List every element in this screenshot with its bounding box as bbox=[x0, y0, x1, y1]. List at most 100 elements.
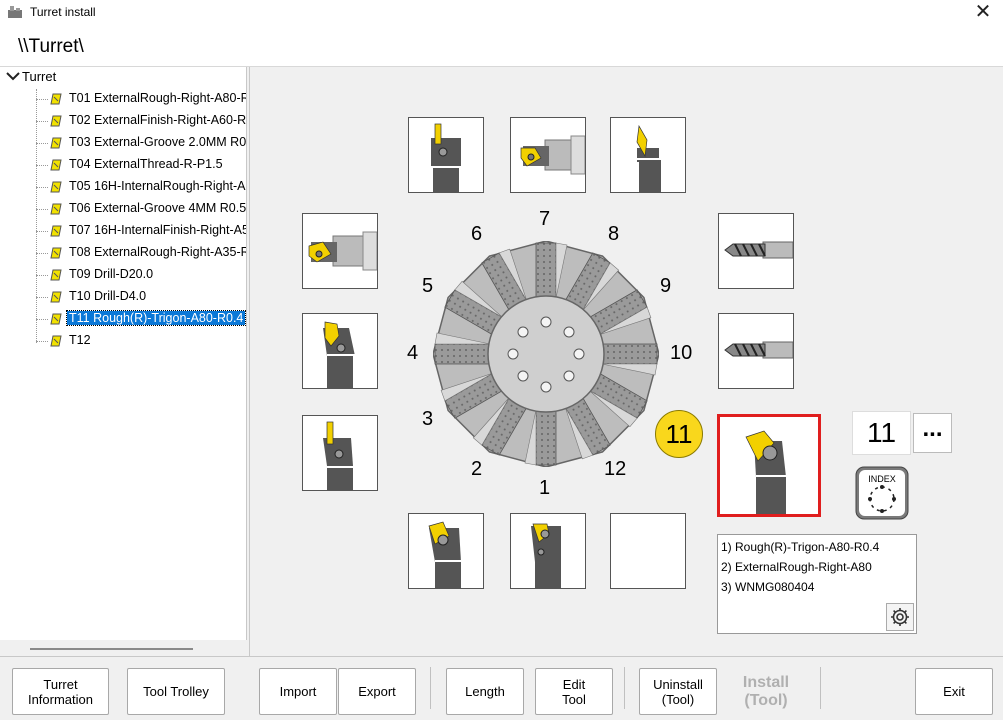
tool-slot-9[interactable] bbox=[718, 213, 794, 289]
tool-slot-4[interactable] bbox=[302, 313, 378, 389]
tree-item[interactable]: T08 ExternalRough-Right-A35-R0.4 bbox=[36, 243, 246, 263]
position-label-8: 8 bbox=[608, 223, 620, 245]
tool-insert-icon bbox=[50, 93, 62, 105]
title-bar: Turret install ✕ bbox=[0, 0, 1003, 26]
trigon-turning-holder-icon bbox=[745, 430, 786, 514]
tree-item[interactable]: T03 External-Groove 2.0MM R0.2 bbox=[36, 133, 247, 153]
export-button[interactable]: Export bbox=[338, 668, 416, 715]
selected-position-number: 11 bbox=[852, 411, 911, 455]
tool-insert-icon bbox=[50, 181, 62, 193]
tool-insert-icon bbox=[50, 115, 62, 127]
groove-holder-icon bbox=[431, 123, 461, 192]
tree-root-label: Turret bbox=[22, 69, 57, 84]
tool-insert-icon bbox=[50, 225, 62, 237]
tool-slot-2[interactable] bbox=[408, 513, 484, 589]
position-label-2: 2 bbox=[471, 458, 483, 480]
window-title: Turret install bbox=[30, 5, 96, 19]
uninstall-tool-button[interactable]: Uninstall (Tool) bbox=[639, 668, 717, 715]
current-path: \\Turret\ bbox=[18, 36, 84, 57]
position-label-4: 4 bbox=[407, 342, 419, 364]
position-label-10: 10 bbox=[670, 342, 693, 364]
exit-button[interactable]: Exit bbox=[915, 668, 993, 715]
tree-item-label: T02 ExternalFinish-Right-A60-R0.2 bbox=[69, 113, 247, 127]
tree-item[interactable]: T12 bbox=[36, 331, 246, 351]
tree-item[interactable]: T05 16H-InternalRough-Right-A80 bbox=[36, 177, 247, 197]
turret-disc[interactable] bbox=[433, 241, 659, 467]
tool-insert-icon bbox=[50, 247, 62, 259]
position-label-9: 9 bbox=[660, 275, 672, 297]
tree-item-label: T08 ExternalRough-Right-A35-R0.4 bbox=[69, 245, 246, 259]
close-icon[interactable]: ✕ bbox=[971, 1, 995, 25]
install-tool-button: Install (Tool) bbox=[727, 668, 805, 715]
diamond-turning-holder-icon bbox=[636, 124, 661, 192]
tool-slot-6[interactable] bbox=[408, 117, 484, 193]
tool-tree: Turret T01 ExternalRough-Right-A80-R0.4 T… bbox=[0, 67, 247, 640]
tree-root-turret[interactable]: Turret bbox=[6, 69, 56, 89]
edit-tool-button[interactable]: Edit Tool bbox=[535, 668, 613, 715]
tree-item-label: T01 ExternalRough-Right-A80-R0.4 bbox=[69, 91, 246, 105]
tree-item-label: T12 bbox=[69, 333, 91, 347]
tool-slot-3[interactable] bbox=[302, 415, 378, 491]
tree-item-label: T09 Drill-D20.0 bbox=[69, 267, 154, 281]
tree-item[interactable]: T02 ExternalFinish-Right-A60-R0.2 bbox=[36, 111, 247, 131]
tool-slot-5[interactable] bbox=[302, 213, 378, 289]
position-label-6: 6 bbox=[471, 223, 483, 245]
position-label-5: 5 bbox=[422, 275, 434, 297]
tool-insert-icon bbox=[50, 269, 62, 281]
tree-item[interactable]: T04 ExternalThread-R-P1.5 bbox=[36, 155, 246, 175]
tool-insert-icon bbox=[50, 203, 62, 215]
tool-slot-7[interactable] bbox=[510, 117, 586, 193]
tree-item-label: T03 External-Groove 2.0MM R0.2 bbox=[69, 135, 247, 149]
tool-slot-8[interactable] bbox=[610, 117, 686, 193]
tool-trolley-button[interactable]: Tool Trolley bbox=[127, 668, 225, 715]
tree-item-label: T10 Drill-D4.0 bbox=[69, 289, 147, 303]
more-button[interactable]: ... bbox=[913, 413, 952, 453]
tree-item[interactable]: T09 Drill-D20.0 bbox=[36, 265, 246, 285]
boring-bar-icon bbox=[520, 135, 585, 175]
drill-icon bbox=[724, 241, 793, 259]
active-position-badge: 11 bbox=[655, 410, 703, 458]
tree-item-label: T11 Rough(R)-Trigon-A80-R0.4 bbox=[65, 310, 246, 326]
tool-info-line-3: 3) WNMG080404 bbox=[721, 580, 815, 594]
tree-item[interactable]: T07 16H-InternalFinish-Right-A55 bbox=[36, 221, 247, 241]
thread-holder-icon bbox=[323, 321, 355, 388]
import-button[interactable]: Import bbox=[259, 668, 337, 715]
path-bar: \\Turret\ bbox=[0, 26, 1003, 67]
tool-slot-11-selected[interactable] bbox=[717, 414, 821, 517]
index-button[interactable]: INDEX bbox=[855, 466, 909, 520]
tree-item[interactable]: T01 ExternalRough-Right-A80-R0.4 bbox=[36, 89, 246, 109]
tool-insert-icon bbox=[50, 335, 62, 347]
turret-information-button[interactable]: Turret Information bbox=[12, 668, 109, 715]
tool-insert-icon bbox=[50, 291, 62, 303]
tool-info-line-1: 1) Rough(R)-Trigon-A80-R0.4 bbox=[721, 540, 880, 554]
tool-slot-10[interactable] bbox=[718, 313, 794, 389]
diamond-turning-holder-icon bbox=[428, 521, 461, 588]
tree-item[interactable]: T11 Rough(R)-Trigon-A80-R0.4 bbox=[36, 309, 246, 329]
horizontal-scrollbar[interactable] bbox=[30, 648, 193, 650]
tree-item-label: T05 16H-InternalRough-Right-A80 bbox=[69, 179, 247, 193]
tool-insert-icon bbox=[50, 159, 62, 171]
position-label-3: 3 bbox=[422, 408, 434, 430]
tool-insert-icon bbox=[50, 137, 62, 149]
groove-holder-icon bbox=[323, 421, 355, 490]
trigon-turning-holder-icon bbox=[531, 523, 561, 588]
tree-item[interactable]: T10 Drill-D4.0 bbox=[36, 287, 246, 307]
position-label-7: 7 bbox=[539, 208, 551, 230]
tree-item-label: T06 External-Groove 4MM R0.5 bbox=[69, 201, 247, 215]
tool-insert-icon bbox=[50, 313, 62, 325]
tool-slot-1[interactable] bbox=[510, 513, 586, 589]
drill-icon bbox=[724, 341, 793, 359]
position-label-1: 1 bbox=[539, 477, 551, 499]
settings-button[interactable] bbox=[886, 603, 914, 631]
tree-item-label: T07 16H-InternalFinish-Right-A55 bbox=[69, 223, 247, 237]
index-label: INDEX bbox=[868, 474, 896, 484]
length-button[interactable]: Length bbox=[446, 668, 524, 715]
boring-bar-icon bbox=[308, 231, 377, 271]
gear-icon bbox=[891, 608, 909, 626]
position-label-12: 12 bbox=[604, 458, 627, 480]
tree-item-label: T04 ExternalThread-R-P1.5 bbox=[69, 157, 223, 171]
empty-slot-icon bbox=[611, 514, 685, 588]
chevron-down-icon[interactable] bbox=[6, 71, 22, 84]
tree-item[interactable]: T06 External-Groove 4MM R0.5 bbox=[36, 199, 247, 219]
tool-slot-12[interactable] bbox=[610, 513, 686, 589]
